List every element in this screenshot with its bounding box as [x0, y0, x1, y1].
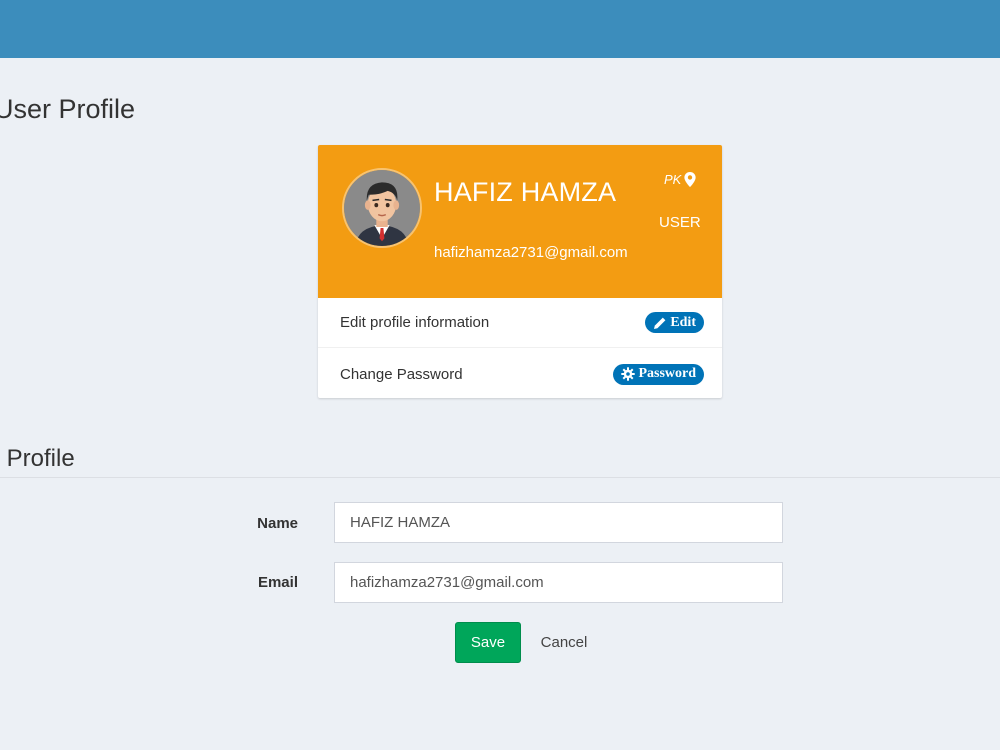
change-password-label: Change Password — [340, 365, 463, 383]
password-button-label: Password — [638, 366, 696, 381]
profile-card: HAFIZ HAMZA hafizhamza2731@gmail.com PK … — [318, 145, 722, 398]
edit-profile-label: Edit profile information — [340, 314, 490, 331]
gear-icon — [621, 367, 636, 381]
avatar — [342, 168, 422, 248]
user-role: USER — [659, 214, 701, 231]
email-input[interactable] — [334, 562, 783, 603]
email-label: Email — [257, 574, 298, 591]
map-marker-icon — [684, 172, 696, 187]
edit-button-label: Edit — [670, 314, 696, 330]
profile-email: hafizhamza2731@gmail.com — [434, 244, 628, 261]
top-navbar — [0, 0, 1000, 58]
pencil-icon — [654, 317, 666, 329]
profile-card-header: HAFIZ HAMZA hafizhamza2731@gmail.com PK … — [318, 145, 722, 298]
cancel-button[interactable]: Cancel — [527, 622, 601, 663]
password-button[interactable]: Password — [613, 363, 704, 385]
section-divider — [0, 477, 1000, 478]
country-indicator: PK — [664, 172, 696, 187]
page-title: User Profile — [0, 94, 136, 124]
change-password-row[interactable]: Change Password Password — [318, 349, 722, 399]
name-label: Name — [257, 515, 298, 532]
country-code: PK — [664, 172, 682, 187]
save-button[interactable]: Save — [455, 622, 521, 663]
profile-name: HAFIZ HAMZA — [434, 177, 617, 207]
edit-profile-section-title: it Profile — [0, 445, 75, 472]
edit-button[interactable]: Edit — [645, 312, 704, 333]
user-avatar-icon — [344, 170, 420, 246]
name-input[interactable] — [334, 502, 783, 543]
edit-profile-row[interactable]: Edit profile information Edit — [318, 298, 722, 348]
